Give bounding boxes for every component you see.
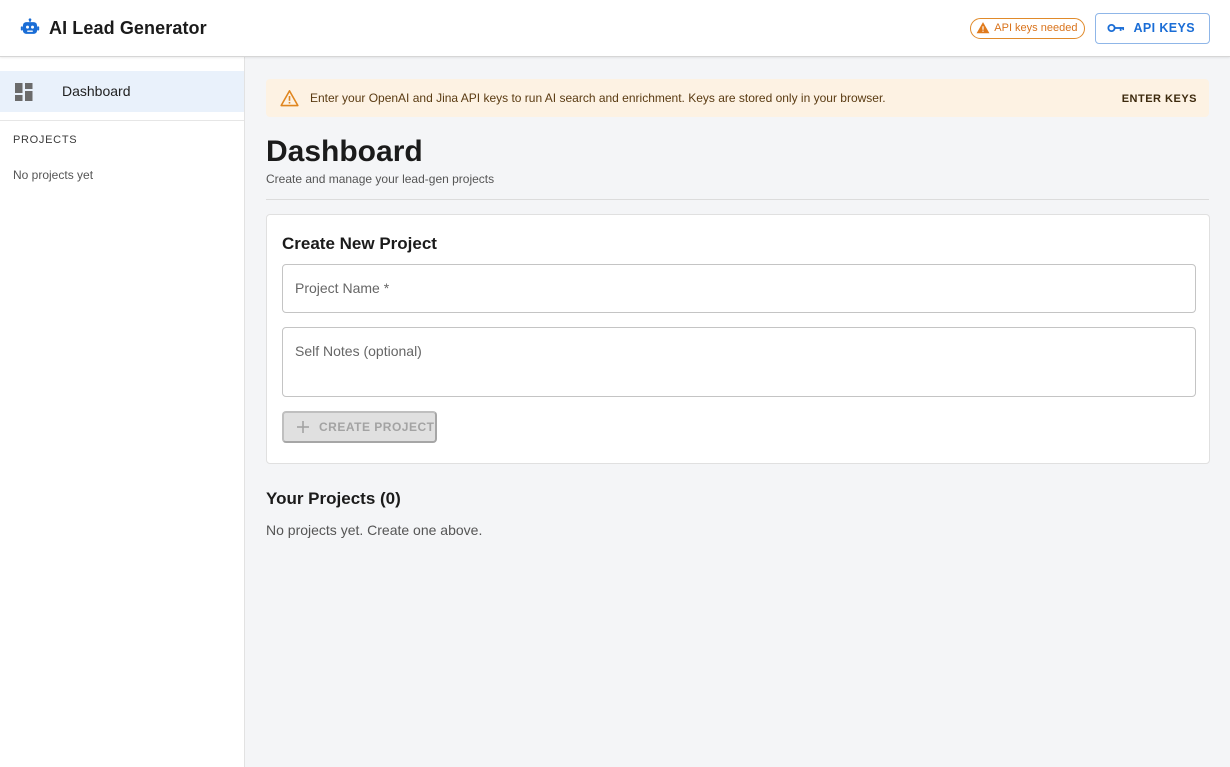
brand: AI Lead Generator [20,18,207,39]
project-name-field [282,264,1196,313]
create-project-button-label: CREATE PROJECT [319,420,435,434]
self-notes-field [282,327,1196,397]
self-notes-input[interactable] [295,343,1175,388]
sidebar: Dashboard PROJECTS No projects yet [0,57,245,767]
page-subtitle: Create and manage your lead-gen projects [266,172,495,186]
main-content: Enter your OpenAI and Jina API keys to r… [245,57,1230,767]
project-name-input[interactable] [295,280,1175,296]
create-project-card: Create New Project CREATE PROJECT [266,214,1210,464]
sidebar-divider [0,120,244,121]
projects-empty-message: No projects yet. Create one above. [266,522,483,538]
key-icon [1107,22,1125,34]
page-title: Dashboard [266,135,423,168]
api-keys-button[interactable]: API KEYS [1095,12,1210,44]
api-keys-button-label: API KEYS [1133,21,1195,35]
sidebar-item-label: Dashboard [62,83,131,99]
your-projects-title: Your Projects (0) [266,489,401,508]
alert-message: Enter your OpenAI and Jina API keys to r… [310,91,886,105]
sidebar-projects-empty: No projects yet [13,168,94,182]
create-project-title: Create New Project [282,234,437,253]
app-bar: AI Lead Generator API keys needed API KE… [0,0,1230,57]
title-divider [266,199,1209,200]
status-chip-label: API keys needed [994,22,1078,34]
warning-icon [280,89,299,107]
robot-icon [20,18,40,38]
dashboard-icon [15,83,33,101]
api-keys-alert: Enter your OpenAI and Jina API keys to r… [266,79,1209,117]
create-project-button[interactable]: CREATE PROJECT [282,411,437,443]
projects-heading: PROJECTS [13,134,78,146]
warning-icon [976,21,990,35]
plus-icon [296,420,310,434]
enter-keys-button[interactable]: ENTER KEYS [1122,93,1197,105]
sidebar-item-dashboard[interactable]: Dashboard [0,71,244,112]
api-keys-status-chip: API keys needed [970,17,1086,39]
app-title: AI Lead Generator [49,17,207,38]
